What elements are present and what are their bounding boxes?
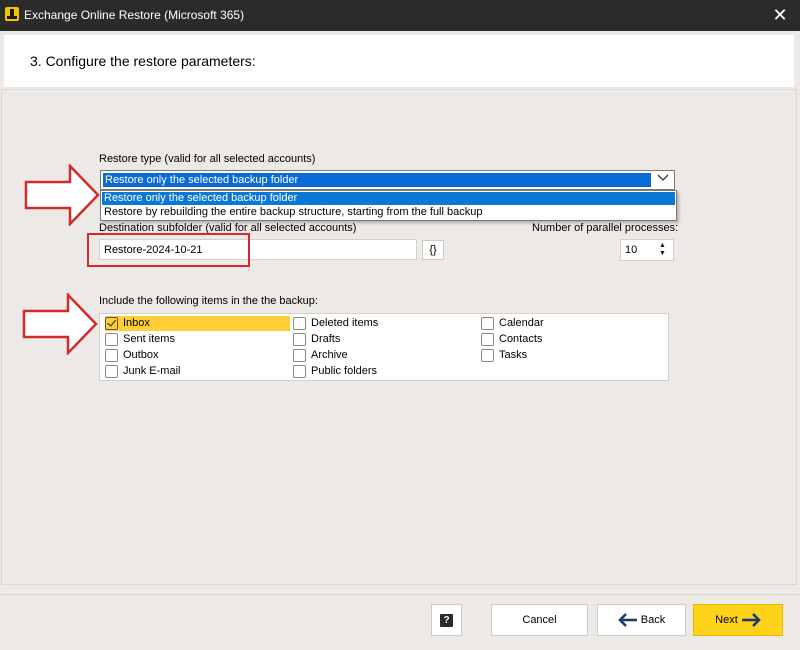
parallel-processes-label: Number of parallel processes: — [532, 222, 679, 234]
item-label: Public folders — [311, 365, 378, 377]
checkbox[interactable] — [481, 349, 494, 362]
spin-down-icon[interactable]: ▼ — [659, 250, 666, 257]
checkbox[interactable] — [105, 349, 118, 362]
item-label: Junk E-mail — [123, 365, 181, 377]
item-public-folders[interactable]: Public folders — [293, 364, 478, 379]
item-inbox[interactable]: Inbox — [105, 316, 290, 331]
help-button[interactable]: ? — [431, 604, 462, 636]
annotation-arrow-icon — [24, 164, 100, 226]
item-label: Calendar — [499, 317, 544, 329]
checkbox[interactable] — [293, 349, 306, 362]
chevron-down-icon[interactable] — [655, 172, 671, 188]
item-label: Archive — [311, 349, 348, 361]
restore-type-select[interactable]: Restore only the selected backup folder — [100, 170, 675, 190]
parallel-processes-stepper[interactable]: 10 ▲ ▼ — [620, 239, 674, 261]
step-header: 3. Configure the restore parameters: — [4, 35, 794, 87]
back-button[interactable]: Back — [597, 604, 686, 636]
arrow-left-icon — [617, 613, 637, 628]
checkbox[interactable] — [293, 333, 306, 346]
item-sent-items[interactable]: Sent items — [105, 332, 290, 347]
checkbox[interactable] — [105, 333, 118, 346]
footer-divider — [0, 594, 800, 595]
cancel-label: Cancel — [522, 614, 557, 627]
title-bar: Exchange Online Restore (Microsoft 365) … — [0, 0, 800, 31]
restore-type-option[interactable]: Restore only the selected backup folder — [102, 192, 675, 205]
insert-variable-button[interactable]: {} — [422, 240, 444, 260]
parallel-processes-value: 10 — [625, 244, 638, 256]
page-title: 3. Configure the restore parameters: — [30, 53, 256, 69]
next-button[interactable]: Next — [693, 604, 783, 636]
cancel-button[interactable]: Cancel — [491, 604, 588, 636]
item-drafts[interactable]: Drafts — [293, 332, 478, 347]
checkbox[interactable] — [105, 365, 118, 378]
item-label: Drafts — [311, 333, 341, 345]
checkbox[interactable] — [293, 317, 306, 330]
window-title: Exchange Online Restore (Microsoft 365) — [24, 8, 245, 22]
restore-type-selected-value: Restore only the selected backup folder — [102, 172, 652, 188]
checkmark-icon[interactable] — [105, 317, 118, 330]
item-tasks[interactable]: Tasks — [481, 348, 661, 363]
item-label: Contacts — [499, 333, 543, 345]
restore-type-label: Restore type (valid for all selected acc… — [99, 153, 316, 165]
item-label: Outbox — [123, 349, 159, 361]
close-icon[interactable]: ✕ — [760, 0, 800, 31]
item-archive[interactable]: Archive — [293, 348, 478, 363]
item-label: Inbox — [123, 317, 150, 329]
app-logo-icon — [5, 7, 19, 21]
spin-up-icon[interactable]: ▲ — [659, 242, 666, 249]
next-label: Next — [715, 614, 738, 627]
item-deleted-items[interactable]: Deleted items — [293, 316, 478, 331]
arrow-right-icon — [741, 613, 761, 628]
item-label: Sent items — [123, 333, 175, 345]
item-calendar[interactable]: Calendar — [481, 316, 661, 331]
restore-type-option[interactable]: Restore by rebuilding the entire backup … — [102, 206, 675, 219]
item-label: Tasks — [499, 349, 528, 361]
item-contacts[interactable]: Contacts — [481, 332, 661, 347]
help-icon: ? — [440, 614, 453, 627]
item-junk-email[interactable]: Junk E-mail — [105, 364, 290, 379]
annotation-arrow-icon — [22, 293, 98, 355]
back-label: Back — [640, 614, 666, 627]
checkbox[interactable] — [481, 317, 494, 330]
item-label: Deleted items — [311, 317, 379, 329]
item-outbox[interactable]: Outbox — [105, 348, 290, 363]
restore-type-dropdown-list: Restore only the selected backup folder … — [100, 190, 677, 221]
include-items-label: Include the following items in the the b… — [99, 295, 318, 307]
checkbox[interactable] — [481, 333, 494, 346]
annotation-highlight-box — [87, 233, 250, 267]
checkbox[interactable] — [293, 365, 306, 378]
include-items-list: Inbox Sent items Outbox Junk E-mail Dele… — [99, 313, 669, 381]
